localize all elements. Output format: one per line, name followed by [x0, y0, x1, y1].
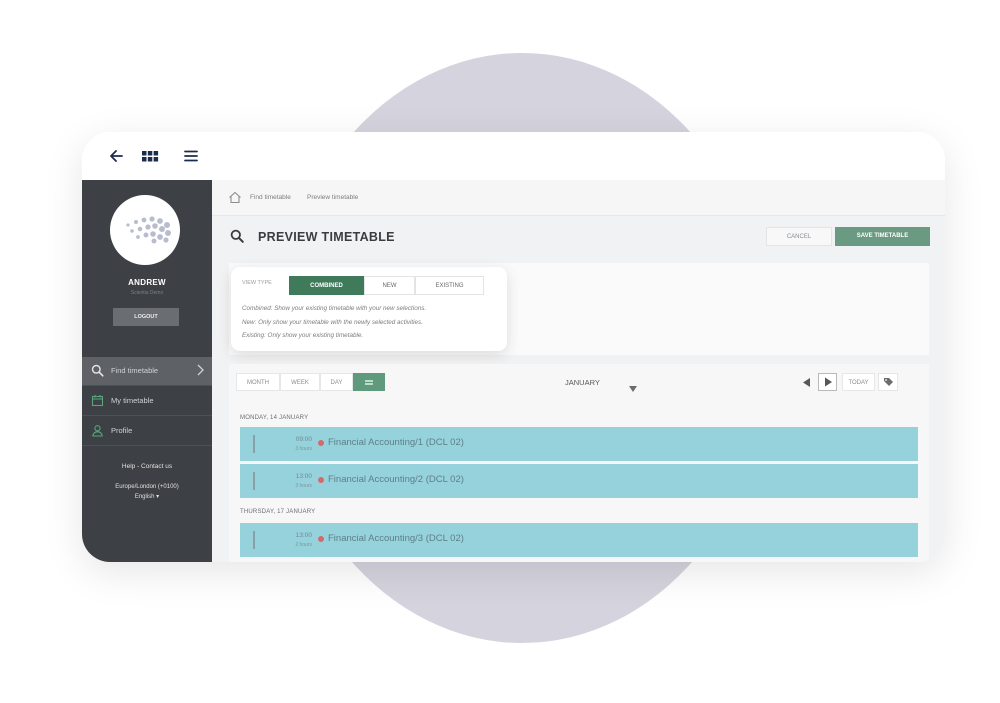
event-duration: 2 hours — [295, 542, 312, 548]
day-header: THURSDAY, 17 JANUARY — [240, 509, 316, 515]
tab-day[interactable]: DAY — [320, 373, 353, 391]
breadcrumb-item: Preview timetable — [307, 194, 359, 201]
today-button[interactable]: TODAY — [842, 373, 875, 391]
event-marker — [253, 472, 255, 490]
sidebar-item-label: My timetable — [111, 396, 154, 405]
user-subtitle: Scientia Demo — [130, 290, 164, 296]
search-icon — [91, 364, 104, 377]
hamburger-icon[interactable] — [181, 146, 201, 166]
event-name: Financial Accounting/3 (DCL 02) — [328, 533, 464, 544]
logout-button[interactable]: LOGOUT — [113, 308, 179, 326]
previous-arrow-icon[interactable] — [799, 375, 814, 390]
sidebar-item-my-timetable[interactable]: My timetable — [82, 387, 212, 415]
timezone-selector[interactable]: Europe/London (+0100) — [82, 484, 212, 490]
status-dot — [318, 477, 324, 483]
save-timetable-button[interactable]: SAVE TIMETABLE — [835, 227, 930, 246]
home-icon[interactable] — [228, 191, 242, 209]
event-marker — [253, 531, 255, 549]
event-name: Financial Accounting/2 (DCL 02) — [328, 474, 464, 485]
chevron-right-icon — [195, 363, 205, 377]
next-arrow-icon[interactable] — [818, 373, 837, 391]
calendar-panel: MONTH WEEK DAY JANUARY TODAY MONDAY, 14 … — [229, 364, 929, 562]
sidebar-item-find-timetable[interactable]: Find timetable — [82, 357, 212, 385]
tab-week[interactable]: WEEK — [280, 373, 320, 391]
page-title: PREVIEW TIMETABLE — [258, 230, 395, 244]
event-marker — [253, 435, 255, 453]
divider — [82, 445, 212, 446]
view-type-description: Existing: Only show your existing timeta… — [242, 332, 364, 339]
title-row: PREVIEW TIMETABLE CANCEL SAVE TIMETABLE — [212, 216, 945, 258]
tag-icon — [884, 378, 893, 386]
grid-icon[interactable] — [140, 146, 160, 166]
breadcrumb: Find timetable Preview timetable — [212, 180, 945, 216]
event-name: Financial Accounting/1 (DCL 02) — [328, 437, 464, 448]
sidebar-item-profile[interactable]: Profile — [82, 417, 212, 445]
help-link[interactable]: Help - Contact us — [82, 463, 212, 470]
status-dot — [318, 440, 324, 446]
calendar-icon — [91, 394, 104, 407]
main-content: Find timetable Preview timetable PREVIEW… — [212, 180, 945, 562]
divider — [82, 415, 212, 416]
event-time: 13:00 — [295, 532, 312, 539]
user-icon — [91, 424, 104, 437]
user-name: ANDREW — [128, 278, 166, 287]
breadcrumb-item[interactable]: Find timetable — [250, 194, 291, 201]
calendar-event[interactable]: 09:00 3 hours Financial Accounting/1 (DC… — [240, 427, 918, 461]
arrow-left-icon[interactable] — [107, 146, 127, 166]
sidebar: ANDREW Scientia Demo LOGOUT Find timetab… — [82, 180, 212, 562]
sidebar-item-label: Find timetable — [111, 366, 159, 375]
view-type-existing[interactable]: EXISTING — [415, 276, 484, 295]
event-time: 09:00 — [295, 436, 312, 443]
tab-month[interactable]: MONTH — [236, 373, 280, 391]
search-icon — [230, 229, 244, 248]
app-window: ANDREW Scientia Demo LOGOUT Find timetab… — [82, 132, 945, 562]
list-icon — [365, 380, 373, 385]
cancel-button[interactable]: CANCEL — [766, 227, 832, 246]
view-type-description: New: Only show your timetable with the n… — [242, 319, 423, 326]
caret-down-icon[interactable] — [629, 379, 637, 392]
status-dot — [318, 536, 324, 542]
view-type-combined[interactable]: COMBINED — [289, 276, 364, 295]
view-type-label: VIEW TYPE — [242, 280, 272, 286]
language-selector[interactable]: English ▾ — [82, 493, 212, 500]
event-time: 13:00 — [295, 473, 312, 480]
event-duration: 3 hours — [295, 446, 312, 452]
view-type-popover: VIEW TYPE COMBINED NEW EXISTING Combined… — [231, 267, 507, 351]
tag-button[interactable] — [878, 373, 898, 391]
calendar-event[interactable]: 13:00 3 hours Financial Accounting/2 (DC… — [240, 464, 918, 498]
top-toolbar — [82, 132, 945, 180]
sidebar-item-label: Profile — [111, 426, 133, 435]
divider — [82, 385, 212, 386]
avatar — [110, 195, 180, 265]
tab-list[interactable] — [353, 373, 385, 391]
view-type-new[interactable]: NEW — [364, 276, 415, 295]
event-duration: 3 hours — [295, 483, 312, 489]
view-type-description: Combined: Show your existing timetable w… — [242, 305, 427, 312]
day-header: MONDAY, 14 JANUARY — [240, 415, 309, 421]
month-selector[interactable]: JANUARY — [565, 378, 600, 387]
calendar-event[interactable]: 13:00 2 hours Financial Accounting/3 (DC… — [240, 523, 918, 557]
